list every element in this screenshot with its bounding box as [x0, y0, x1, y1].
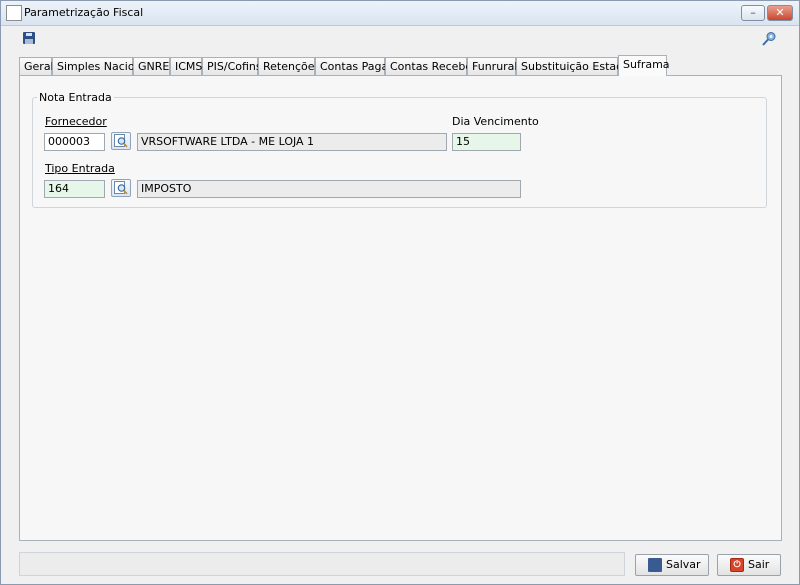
- fornecedor-code-input[interactable]: 000003: [44, 133, 105, 151]
- magnifier-icon: [114, 134, 128, 148]
- tipo-entrada-name-display: IMPOSTO: [137, 180, 521, 198]
- fornecedor-label: Fornecedor: [45, 115, 107, 128]
- tab-geral[interactable]: Geral: [19, 57, 54, 75]
- dia-vencimento-input[interactable]: 15: [452, 133, 521, 151]
- app-icon: [6, 5, 22, 21]
- tab-retencoes[interactable]: Retenções: [258, 57, 320, 75]
- tab-contas-receber[interactable]: Contas Receber: [385, 57, 477, 75]
- tab-contas-pagar[interactable]: Contas Pagar: [315, 57, 393, 75]
- close-window-button[interactable]: ✕: [767, 5, 793, 21]
- tab-suframa[interactable]: Suframa: [618, 55, 670, 76]
- application-window: Parametrização Fiscal – ✕ Geral Simples …: [0, 0, 800, 585]
- fornecedor-lookup-button[interactable]: [111, 132, 131, 150]
- minimize-button[interactable]: –: [741, 5, 765, 21]
- fornecedor-name-display: VRSOFTWARE LTDA - ME LOJA 1: [137, 133, 447, 151]
- tab-funrural[interactable]: Funrural: [467, 57, 517, 75]
- tipo-entrada-lookup-button[interactable]: [111, 179, 131, 197]
- tab-simples-nacional[interactable]: Simples Nacional: [52, 57, 151, 75]
- tab-pis-cofins[interactable]: PIS/Cofins: [202, 57, 262, 75]
- title-bar: Parametrização Fiscal – ✕: [1, 1, 799, 26]
- tab-gnre[interactable]: GNRE: [133, 57, 170, 75]
- exit-button-label: Sair: [748, 558, 770, 571]
- magnifier-icon: [114, 181, 128, 195]
- tab-icms[interactable]: ICMS: [170, 57, 202, 75]
- tab-substituicao-estadual[interactable]: Substituição Estadual: [516, 57, 640, 75]
- save-icon: [648, 558, 662, 572]
- status-bar: [19, 552, 625, 576]
- tipo-entrada-label: Tipo Entrada: [45, 162, 115, 175]
- power-icon: ⏻: [730, 558, 744, 572]
- key-search-icon[interactable]: [761, 31, 777, 47]
- window-title: Parametrização Fiscal: [24, 6, 144, 19]
- exit-button[interactable]: ⏻ Sair: [717, 554, 781, 576]
- save-button[interactable]: Salvar: [635, 554, 709, 576]
- dia-vencimento-label: Dia Vencimento: [452, 115, 539, 128]
- save-icon[interactable]: [23, 32, 35, 44]
- tipo-entrada-code-input[interactable]: 164: [44, 180, 105, 198]
- nota-entrada-legend: Nota Entrada: [39, 91, 112, 104]
- save-button-label: Salvar: [666, 558, 701, 571]
